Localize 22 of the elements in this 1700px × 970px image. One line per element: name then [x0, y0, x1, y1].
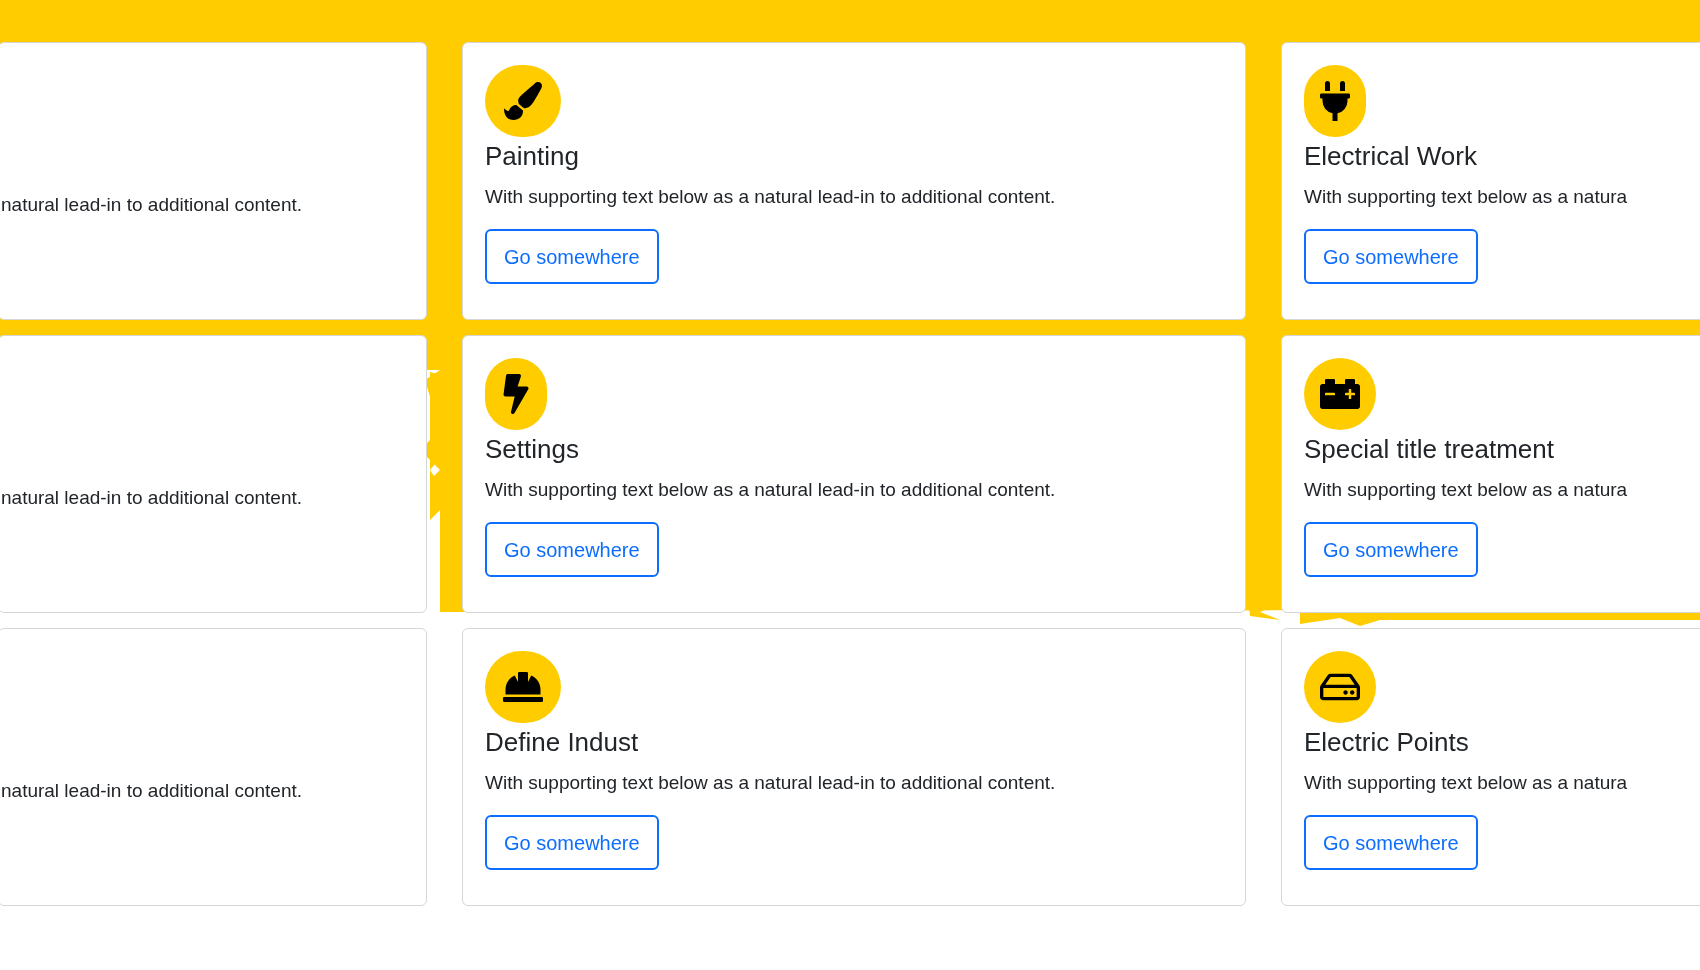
go-somewhere-button[interactable]: Go somewhere	[1304, 522, 1478, 577]
card-title: Special title treatment	[1304, 433, 1554, 466]
card-title: Painting	[485, 140, 579, 173]
card-text: With supporting text below as a natura	[1304, 771, 1628, 795]
card-title: Define Indust	[485, 726, 639, 759]
card-title: Settings	[485, 433, 579, 466]
card-text: With supporting text below as a natura	[1304, 185, 1628, 209]
card-text: With supporting text below as a natural lead-in to additional content.	[485, 185, 1056, 209]
card-text: natural lead-in to additional content.	[1, 193, 304, 217]
go-somewhere-button[interactable]: Go somewhere	[485, 522, 659, 577]
card-text: With supporting text below as a natural lead-in to additional content.	[485, 478, 1056, 502]
go-somewhere-button[interactable]: Go somewhere	[1304, 815, 1478, 870]
paintbrush-icon	[504, 82, 542, 120]
card-title: Electrical Work	[1304, 140, 1477, 173]
card-text: natural lead-in to additional content.	[1, 779, 304, 803]
go-somewhere-button[interactable]: Go somewhere	[485, 229, 659, 284]
go-somewhere-button[interactable]: Go somewhere	[1304, 229, 1478, 284]
card-title: Electric Points	[1304, 726, 1469, 759]
card-text: With supporting text below as a natura	[1304, 478, 1628, 502]
card-text: natural lead-in to additional content.	[1, 486, 304, 510]
card-text: With supporting text below as a natural lead-in to additional content.	[485, 771, 1056, 795]
go-somewhere-button[interactable]: Go somewhere	[485, 815, 659, 870]
